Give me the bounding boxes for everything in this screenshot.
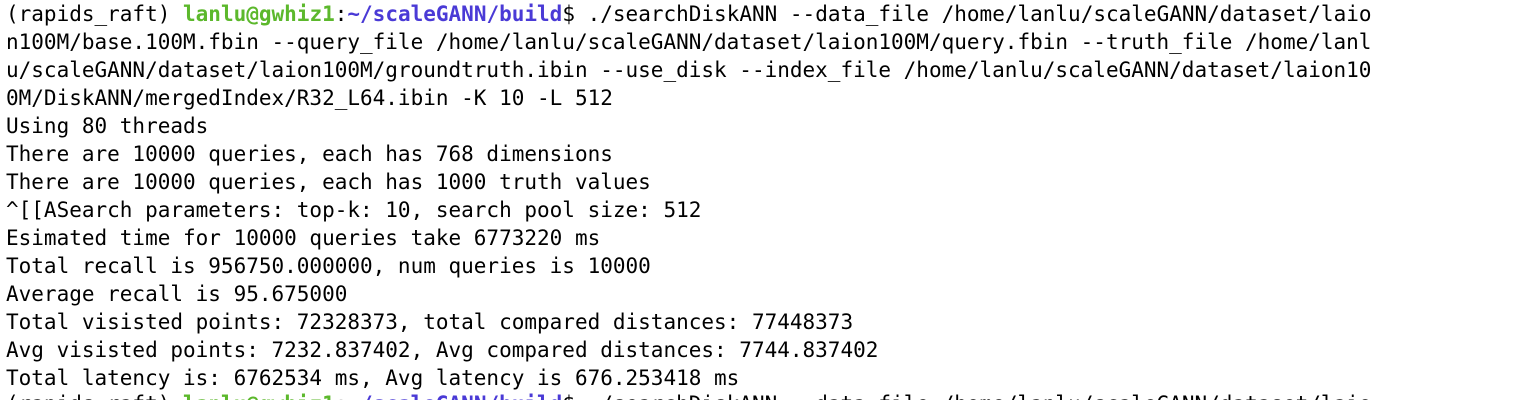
output-line: Total latency is: 6762534 ms, Avg latenc… (6, 366, 740, 390)
prompt-colon: : (334, 2, 348, 26)
next-prompt-line-clipped: (rapids_raft) lanlu@gwhiz1:~/scaleGANN/b… (6, 390, 1372, 400)
working-directory: ~/scaleGANN/build (347, 2, 563, 26)
conda-env: (rapids_raft) (6, 392, 183, 400)
command-text: ./searchDiskANN --data_file /home/lanlu/… (587, 2, 1372, 26)
user-host: lanlu@gwhiz1 (183, 392, 335, 400)
output-line: Using 80 threads (6, 114, 209, 138)
output-line: Total visisted points: 72328373, total c… (6, 310, 854, 334)
prompt-line: (rapids_raft) lanlu@gwhiz1:~/scaleGANN/b… (6, 0, 1522, 28)
output-line: Average recall is 95.675000 (6, 282, 348, 306)
output-line: Avg visisted points: 7232.837402, Avg co… (6, 338, 879, 362)
command-line-wrap: u/scaleGANN/dataset/laion100M/groundtrut… (6, 58, 1372, 82)
terminal-window[interactable]: (rapids_raft) lanlu@gwhiz1:~/scaleGANN/b… (0, 0, 1522, 400)
command-text: ./searchDiskANN --data_file /home/lanlu/… (588, 392, 1372, 400)
user-host: lanlu@gwhiz1 (183, 2, 335, 26)
output-line: Total recall is 956750.000000, num queri… (6, 254, 651, 278)
output-line: Esimated time for 10000 queries take 677… (6, 226, 601, 250)
conda-env: (rapids_raft) (6, 2, 184, 26)
prompt-colon: : (335, 392, 348, 400)
output-line: There are 10000 queries, each has 1000 t… (6, 170, 651, 194)
command-line-wrap: 0M/DiskANN/mergedIndex/R32_L64.ibin -K 1… (6, 86, 613, 110)
prompt-dollar: $ (562, 392, 587, 400)
command-line-wrap: n100M/base.100M.fbin --query_file /home/… (6, 30, 1372, 54)
output-line: There are 10000 queries, each has 768 di… (6, 142, 613, 166)
output-line: ^[[ASearch parameters: top-k: 10, search… (6, 198, 702, 222)
working-directory: ~/scaleGANN/build (347, 392, 562, 400)
prompt-dollar: $ (562, 2, 588, 26)
